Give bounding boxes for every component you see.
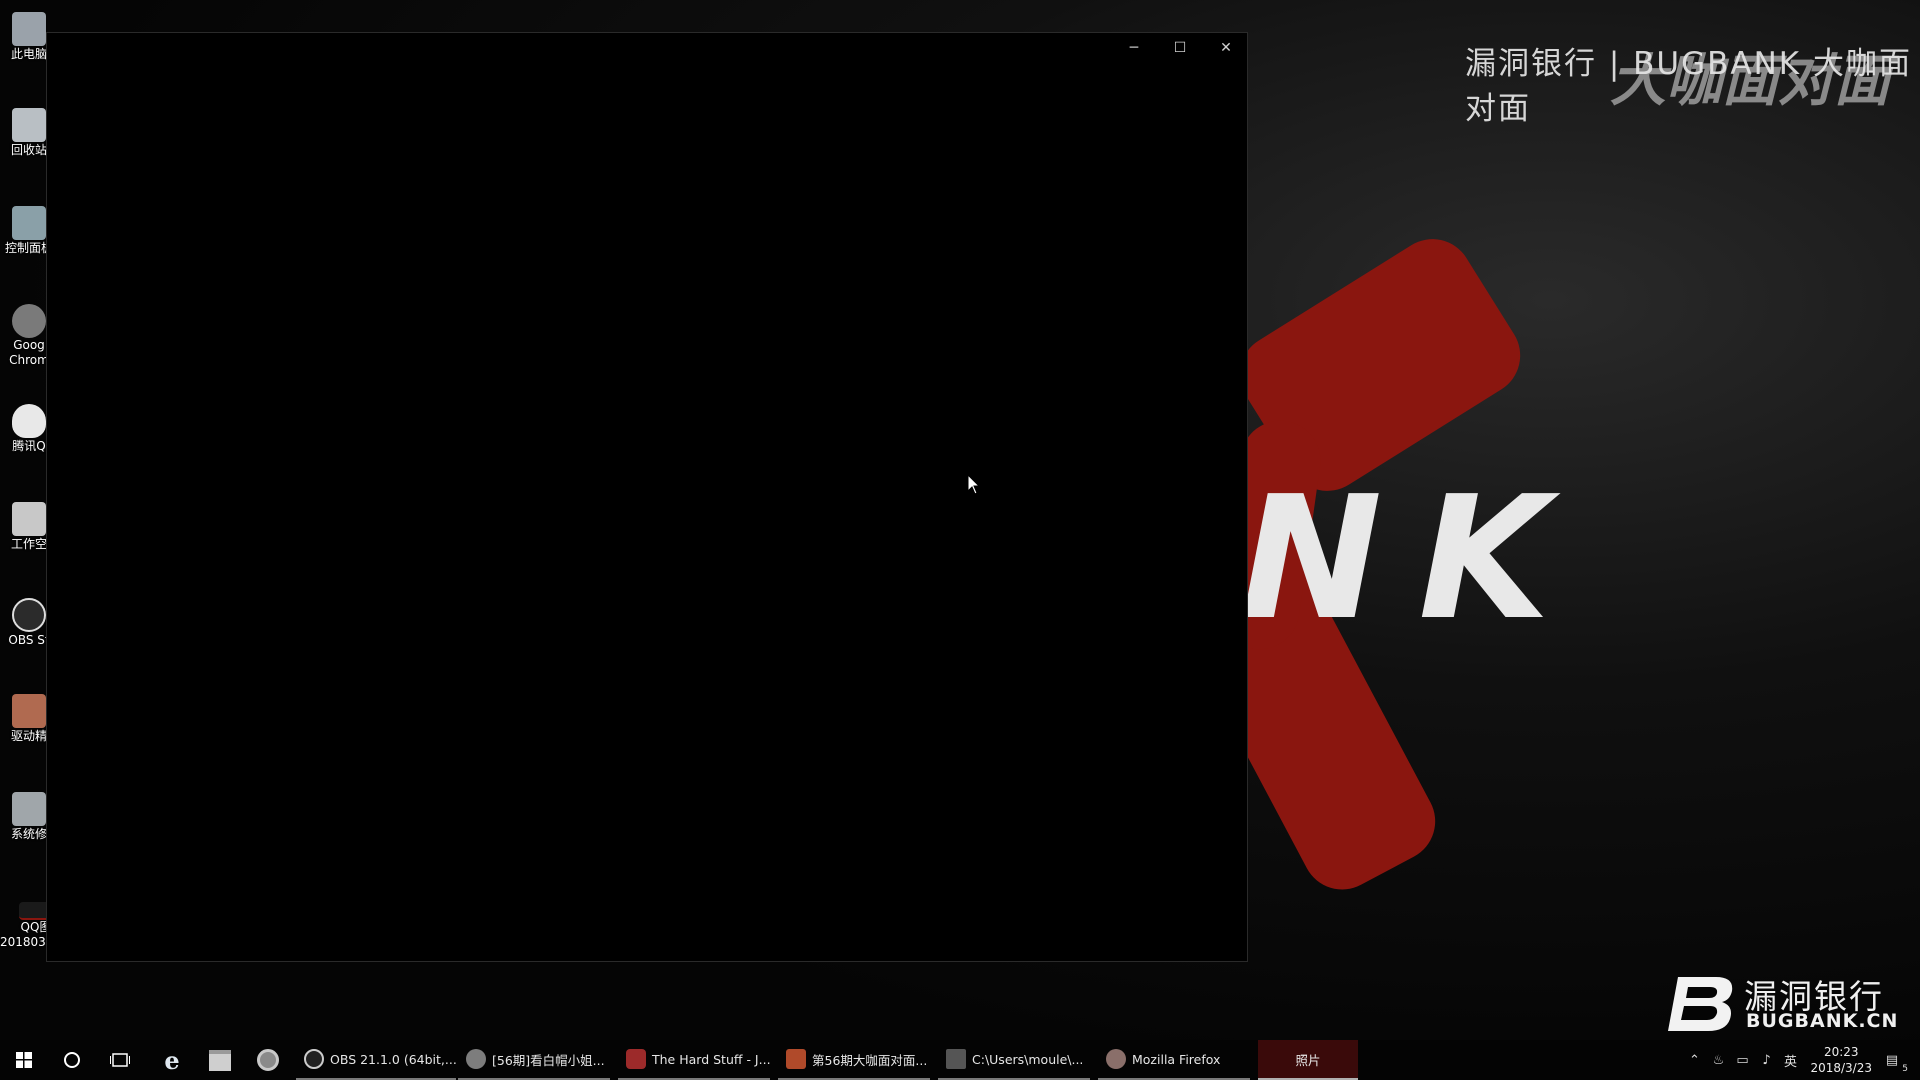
chrome-icon [466, 1049, 486, 1069]
computer-icon [12, 12, 46, 46]
show-hidden-icons-button[interactable]: ⌃ [1684, 1050, 1704, 1070]
clock[interactable]: 20:23 2018/3/23 [1810, 1044, 1872, 1076]
cortana-search-button[interactable] [48, 1040, 96, 1080]
taskbar-app-label: C:\Users\moule\... [972, 1051, 1084, 1067]
taskbar-app-chrome[interactable]: [56期]看白帽小姐... [458, 1040, 610, 1080]
firefox-icon [1106, 1049, 1126, 1069]
start-button[interactable] [0, 1040, 48, 1080]
black-app-window[interactable]: ─ ☐ ✕ [46, 32, 1248, 962]
taskbar-app-label: 第56期大咖面对面... [812, 1052, 928, 1068]
window-maximize-button[interactable]: ☐ [1157, 33, 1203, 63]
windows-start-icon [16, 1052, 32, 1068]
taskbar-app-label: The Hard Stuff - J... [652, 1051, 770, 1067]
action-center-button[interactable]: ▤ 5 [1882, 1050, 1908, 1075]
task-view-icon [110, 1053, 130, 1067]
pinned-file-explorer[interactable] [196, 1040, 244, 1080]
chrome-icon [12, 304, 46, 338]
taskbar-app-firefox[interactable]: Mozilla Firefox [1098, 1040, 1250, 1080]
system-repair-icon [12, 792, 46, 826]
volume-icon[interactable]: ♪ [1756, 1050, 1776, 1070]
task-view-button[interactable] [96, 1040, 144, 1080]
cortana-circle-icon [64, 1052, 80, 1068]
taskbar-app-photos[interactable]: 照片 [1258, 1040, 1358, 1080]
taskbar-app-obs[interactable]: OBS 21.1.0 (64bit,... [296, 1040, 456, 1080]
taskbar-app-music[interactable]: The Hard Stuff - J... [618, 1040, 770, 1080]
control-panel-icon [12, 206, 46, 240]
cmd-icon [946, 1049, 966, 1069]
driver-icon [12, 694, 46, 728]
clock-date: 2018/3/23 [1810, 1061, 1872, 1075]
notification-icon: ▤ [1885, 1052, 1899, 1068]
folder-icon [12, 502, 46, 536]
powerpoint-icon [786, 1049, 806, 1069]
obs-icon [12, 598, 46, 632]
taskbar-app-label: Mozilla Firefox [1132, 1051, 1221, 1067]
music-icon [626, 1049, 646, 1069]
notification-count-badge: 5 [1902, 1064, 1908, 1074]
qq-icon [12, 404, 46, 438]
taskbar-app-label: [56期]看白帽小姐... [492, 1052, 605, 1068]
watermark-overlay-text: 大咖面对面 [1610, 49, 1890, 114]
watermark-logo-en: BUGBANK.CN [1746, 1010, 1899, 1032]
edge-icon: e [164, 1045, 180, 1075]
taskbar-app-label: 照片 [1295, 1052, 1321, 1068]
network-icon[interactable]: ▭ [1732, 1050, 1752, 1070]
clock-time: 20:23 [1823, 1045, 1859, 1059]
system-tray: ⌃ ♨ ▭ ♪ 英 20:23 2018/3/23 ▤ 5 [1682, 1040, 1920, 1080]
taskbar-app-powerpoint[interactable]: 第56期大咖面对面... [778, 1040, 930, 1080]
taskbar-app-label: OBS 21.1.0 (64bit,... [330, 1051, 456, 1067]
bugbank-logo-icon [1668, 977, 1733, 1031]
file-explorer-icon [209, 1049, 231, 1071]
window-close-button[interactable]: ✕ [1203, 33, 1249, 63]
tray-app-icon[interactable]: ♨ [1708, 1050, 1728, 1070]
pinned-chrome[interactable] [244, 1040, 292, 1080]
mouse-cursor-icon [967, 474, 981, 495]
wallpaper-bank-letters: NK [1240, 460, 1587, 658]
taskbar-app-cmd[interactable]: C:\Users\moule\... [938, 1040, 1090, 1080]
chrome-icon [257, 1049, 279, 1071]
recycle-bin-icon [12, 108, 46, 142]
obs-icon [304, 1049, 324, 1069]
input-method-indicator[interactable]: 英 [1780, 1050, 1800, 1070]
pinned-edge[interactable]: e [148, 1040, 196, 1080]
taskbar: e OBS 21.1.0 (64bit,... [56期]看白帽小姐... Th… [0, 1040, 1920, 1080]
window-minimize-button[interactable]: ─ [1111, 33, 1157, 63]
